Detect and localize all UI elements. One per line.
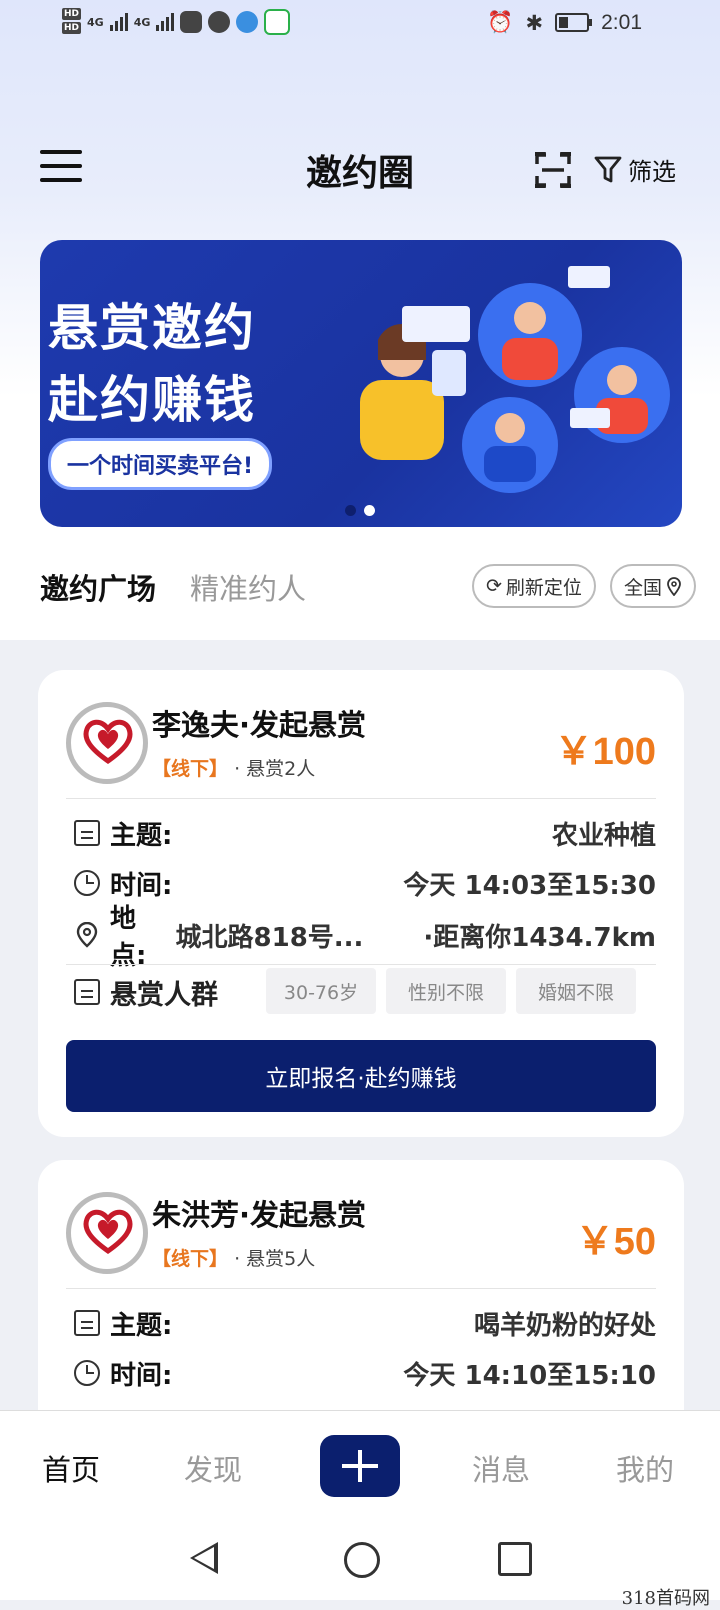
age-badge: 30-76岁	[266, 968, 376, 1014]
notification-app-icon	[180, 11, 203, 33]
avatar[interactable]	[66, 702, 148, 784]
network-4g-label-2: 4G	[133, 15, 151, 29]
divider	[66, 1288, 656, 1289]
home-icon[interactable]	[344, 1542, 380, 1578]
headcount: · 悬赏2人	[234, 758, 316, 780]
alarm-icon: ⏰	[487, 10, 514, 34]
banner-headline-1: 悬赏邀约	[48, 299, 256, 357]
pagination-dot[interactable]	[345, 505, 356, 516]
topic-value: 农业种植	[551, 820, 656, 851]
clock: 2:01	[601, 10, 642, 34]
status-bar: HD HD 4G 4G ⏰ ✱ 2:01	[0, 0, 720, 50]
topic-value: 喝羊奶粉的好处	[473, 1310, 656, 1341]
wechat-icon	[264, 9, 291, 35]
bottom-tab-bar: 首页 发现 消息 我的	[0, 1410, 720, 1531]
topic-label: 主题:	[110, 820, 173, 851]
time-value: 今天 14:10至15:10	[403, 1360, 656, 1391]
filter-label: 筛选	[628, 158, 676, 186]
place-row: 地点: 城北路818号... ·距离你1434.7km	[74, 904, 656, 971]
feed-tabs: 邀约广场 精准约人 ⟳ 刷新定位 全国	[0, 540, 720, 630]
network-4g-label: 4G	[87, 15, 104, 29]
scan-icon[interactable]	[535, 152, 571, 188]
top-nav: 邀约圈 筛选	[0, 130, 720, 210]
watermark: 318首码网	[621, 1588, 710, 1609]
offline-tag: 【线下】	[152, 1248, 229, 1270]
banner-headline-2: 赴约赚钱	[48, 371, 256, 429]
signal-icon-2	[156, 13, 175, 31]
invite-meta: 【线下】 · 悬赏2人	[152, 754, 315, 781]
invite-card[interactable]: 李逸夫·发起悬赏 【线下】 · 悬赏2人 ￥100 主题: 农业种植 时间: 今…	[38, 670, 684, 1137]
topic-row: 主题: 农业种植	[74, 813, 656, 853]
status-right: ⏰ ✱ 2:01	[487, 10, 642, 35]
publisher-name: 李逸夫·发起悬赏	[152, 708, 367, 742]
reward-amount: ￥50	[575, 1221, 656, 1263]
tab-precise-invite[interactable]: 精准约人	[190, 566, 306, 608]
document-icon	[74, 1310, 100, 1336]
status-left: HD HD 4G 4G	[62, 8, 291, 36]
banner-illustration	[360, 266, 670, 493]
filter-button[interactable]: 筛选	[594, 152, 676, 187]
time-row: 时间: 今天 14:10至15:10	[74, 1353, 656, 1393]
place-value: 城北路818号... ·距离你1434.7km	[176, 917, 656, 954]
region-selector[interactable]: 全国	[610, 564, 697, 608]
signup-button[interactable]: 立即报名·赴约赚钱	[66, 1040, 656, 1112]
topic-row: 主题: 喝羊奶粉的好处	[74, 1303, 656, 1343]
refresh-location-button[interactable]: ⟳ 刷新定位	[472, 564, 596, 608]
recent-apps-icon[interactable]	[498, 1542, 532, 1576]
clock-icon	[74, 1360, 100, 1386]
back-icon[interactable]	[190, 1542, 218, 1574]
banner-slogan: 一个时间买卖平台!	[48, 438, 273, 490]
document-icon	[74, 820, 100, 846]
bluetooth-icon: ✱	[525, 10, 544, 35]
hd-indicator: HD HD	[62, 8, 82, 36]
topic-label: 主题:	[110, 1310, 173, 1341]
pagination-dot-active[interactable]	[364, 505, 375, 516]
add-invite-button[interactable]	[320, 1435, 400, 1497]
time-value: 今天 14:03至15:30	[403, 870, 656, 901]
time-label: 时间:	[110, 1360, 173, 1391]
clock-icon	[74, 870, 100, 896]
system-navigation-bar: 318首码网	[0, 1530, 720, 1609]
chat-icon	[208, 11, 231, 33]
time-label: 时间:	[110, 870, 173, 901]
region-label: 全国	[624, 576, 663, 599]
promo-banner[interactable]: 悬赏邀约 赴约赚钱 一个时间买卖平台!	[40, 240, 682, 527]
location-pin-icon	[76, 922, 98, 948]
heart-logo-icon	[83, 1209, 133, 1255]
filter-icon	[594, 156, 622, 182]
battery-icon	[555, 13, 593, 32]
tab-mine[interactable]: 我的	[616, 1447, 674, 1489]
place-label: 地点:	[110, 904, 147, 971]
invite-meta: 【线下】 · 悬赏5人	[152, 1244, 315, 1271]
tab-home[interactable]: 首页	[42, 1447, 100, 1489]
heart-logo-icon	[83, 719, 133, 765]
tab-invite-square[interactable]: 邀约广场	[40, 566, 156, 608]
tab-discover[interactable]: 发现	[184, 1447, 242, 1489]
refresh-label: 刷新定位	[505, 576, 582, 599]
gender-badge: 性别不限	[386, 968, 506, 1014]
banner-pagination	[345, 505, 375, 516]
crowd-row: 悬赏人群	[74, 972, 218, 1012]
publisher-name: 朱洪芳·发起悬赏	[152, 1198, 367, 1232]
hd2-label: HD	[62, 22, 82, 34]
reward-amount: ￥100	[554, 731, 656, 773]
hd1-label: HD	[62, 8, 82, 20]
avatar[interactable]	[66, 1192, 148, 1274]
browser-icon	[236, 11, 259, 33]
distance: ·距离你1434.7km	[423, 922, 656, 953]
divider	[66, 964, 656, 965]
address: 城北路818号...	[175, 922, 364, 953]
document-icon	[74, 979, 100, 1005]
refresh-icon: ⟳	[486, 575, 502, 597]
offline-tag: 【线下】	[152, 758, 229, 780]
location-pin-icon	[667, 577, 681, 596]
signal-icon	[109, 13, 128, 31]
tab-messages[interactable]: 消息	[472, 1447, 530, 1489]
scan-icon-glyph	[535, 153, 571, 187]
headcount: · 悬赏5人	[234, 1248, 316, 1270]
divider	[66, 798, 656, 799]
time-row: 时间: 今天 14:03至15:30	[74, 863, 656, 903]
crowd-label: 悬赏人群	[110, 979, 218, 1011]
marriage-badge: 婚姻不限	[516, 968, 636, 1014]
